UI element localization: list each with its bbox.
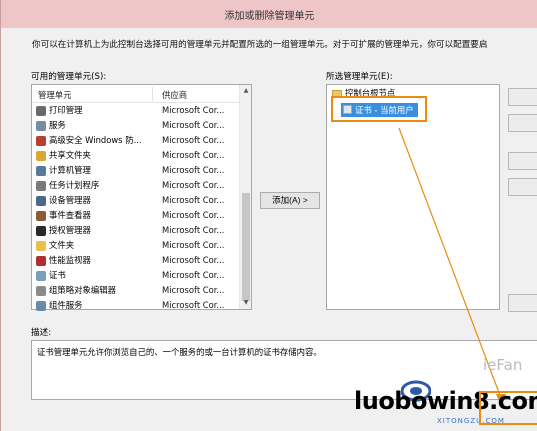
annotation-arrow xyxy=(398,127,506,406)
annotation-box xyxy=(479,391,537,425)
add-remove-snapin-dialog: 添加或删除管理单元 你可以在计算机上为此控制台选择可用的管理单元并配置所选的一组… xyxy=(0,0,537,431)
watermark-iefan: ieFan xyxy=(483,356,523,374)
